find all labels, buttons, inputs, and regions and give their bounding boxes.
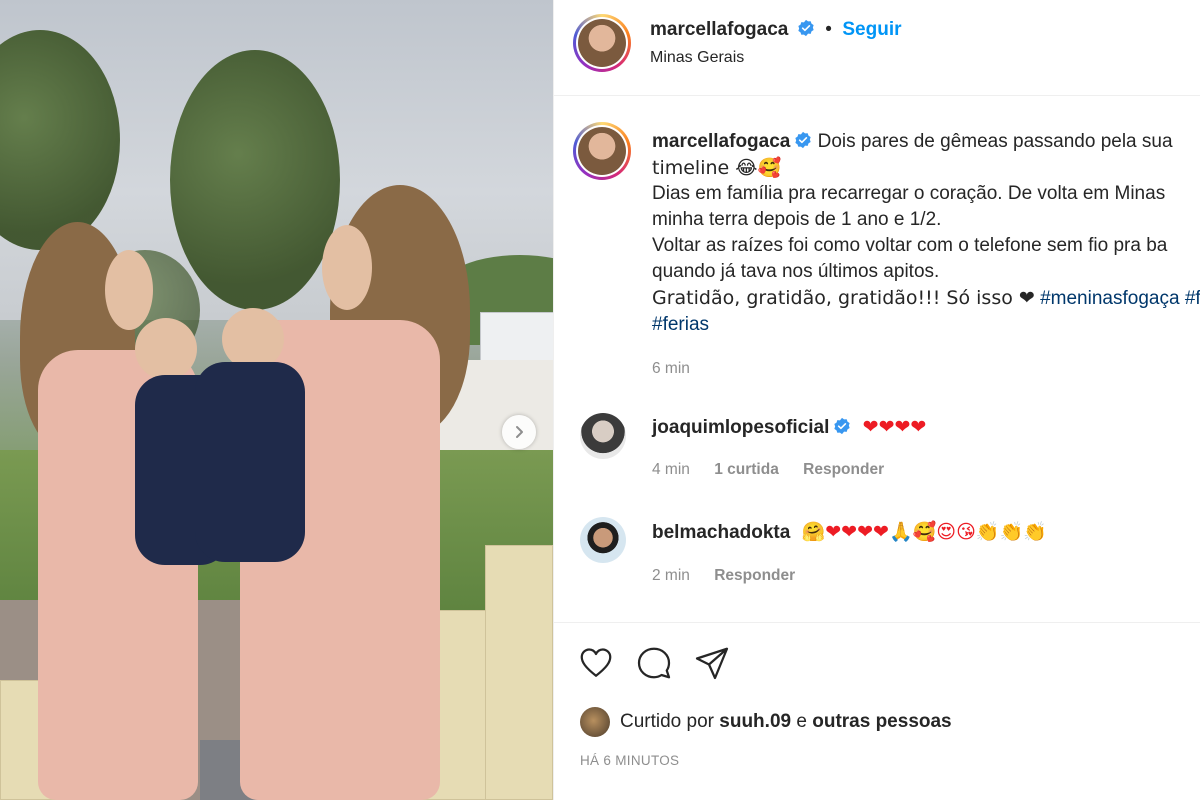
comment-avatar[interactable] — [580, 517, 626, 563]
comment-time[interactable]: 2 min — [652, 567, 690, 584]
photo-tree-center — [170, 50, 340, 310]
verified-badge-icon — [795, 131, 812, 149]
hashtag-link[interactable]: #meninasfogaça — [1040, 288, 1179, 309]
caption-line-2: timeline 😂🥰 — [652, 157, 782, 179]
comment-meta: 4 min 1 curtida Responder — [652, 461, 904, 479]
post-timestamp[interactable]: HÁ 6 MINUTOS — [580, 753, 679, 768]
heart-outline-icon[interactable] — [578, 645, 614, 681]
caption-author-username[interactable]: marcellafogaca — [652, 131, 790, 152]
post-caption: marcellafogaca Dois pares de gêmeas pass… — [652, 129, 1200, 382]
liked-others-link[interactable]: outras pessoas — [812, 711, 951, 733]
follow-button[interactable]: Seguir — [842, 19, 901, 40]
photo-woman-right-face — [322, 225, 372, 310]
caption-line-3: Dias em família pra recarregar o coração… — [652, 183, 1166, 204]
post-location[interactable]: Minas Gerais — [650, 49, 744, 67]
header-separator: • — [825, 19, 832, 40]
chevron-right-icon — [516, 426, 523, 438]
carousel-next-button[interactable] — [502, 415, 536, 449]
caption-line-7: Gratidão, gratidão, gratidão!!! Só isso … — [652, 287, 1035, 309]
liker-username[interactable]: suuh.09 — [719, 711, 791, 733]
reply-button[interactable]: Responder — [714, 567, 795, 584]
caption-author-avatar[interactable] — [573, 122, 631, 180]
comment-avatar[interactable] — [580, 413, 626, 459]
author-avatar[interactable] — [573, 14, 631, 72]
caption-line-6: quando já tava nos últimos apitos. — [652, 261, 940, 282]
caption-line-4: minha terra depois de 1 ano e 1/2. — [652, 209, 942, 230]
verified-badge-icon — [798, 19, 814, 37]
comment-author[interactable]: belmachadokta — [652, 522, 790, 543]
photo-baby-left-face — [135, 318, 197, 380]
paper-plane-icon[interactable] — [694, 645, 730, 681]
post-header: marcellafogaca • Seguir Minas Gerais — [554, 0, 1200, 96]
hashtag-link[interactable]: #ferias — [652, 312, 1200, 338]
post-actions: Curtido por suuh.09 e outras pessoas HÁ … — [554, 622, 1200, 800]
comment-time[interactable]: 4 min — [652, 461, 690, 478]
author-username[interactable]: marcellafogaca — [650, 19, 788, 40]
photo-building — [480, 312, 553, 364]
post-sidebar: marcellafogaca • Seguir Minas Gerais mar… — [553, 0, 1200, 800]
comment-body: ❤❤❤❤ — [862, 416, 927, 438]
caption-line-1: Dois pares de gêmeas passando pela sua — [817, 131, 1173, 152]
verified-badge-icon — [834, 417, 851, 435]
comment-author[interactable]: joaquimlopesoficial — [652, 417, 829, 438]
comments-scroll-area[interactable]: marcellafogaca Dois pares de gêmeas pass… — [554, 97, 1200, 622]
caption-time[interactable]: 6 min — [652, 356, 1200, 382]
caption-line-5: Voltar as raízes foi como voltar com o t… — [652, 235, 1168, 256]
photo-woman-left-face — [105, 250, 153, 330]
photo-pillar — [485, 545, 553, 800]
comment-bubble-icon[interactable] — [636, 645, 672, 681]
photo-baby-right-face — [222, 308, 284, 370]
liked-and: e — [796, 711, 807, 732]
header-title-row: marcellafogaca • Seguir — [650, 19, 902, 41]
hashtag-link[interactable]: #f — [1185, 288, 1200, 309]
post-photo[interactable] — [0, 0, 553, 800]
liked-prefix: Curtido por — [620, 711, 714, 732]
photo-baby-right — [195, 362, 305, 562]
liker-avatar[interactable] — [580, 707, 610, 737]
likes-summary: Curtido por suuh.09 e outras pessoas — [580, 707, 952, 737]
reply-button[interactable]: Responder — [803, 461, 884, 478]
comment-body: 🤗❤❤❤❤🙏🥰😍😘👏👏👏 — [801, 521, 1047, 543]
comment-text-row: belmachadokta 🤗❤❤❤❤🙏🥰😍😘👏👏👏 — [652, 520, 1047, 544]
comment-likes[interactable]: 1 curtida — [714, 461, 779, 478]
comment-meta: 2 min Responder — [652, 567, 815, 585]
comment-text-row: joaquimlopesoficial ❤❤❤❤ — [652, 416, 926, 439]
